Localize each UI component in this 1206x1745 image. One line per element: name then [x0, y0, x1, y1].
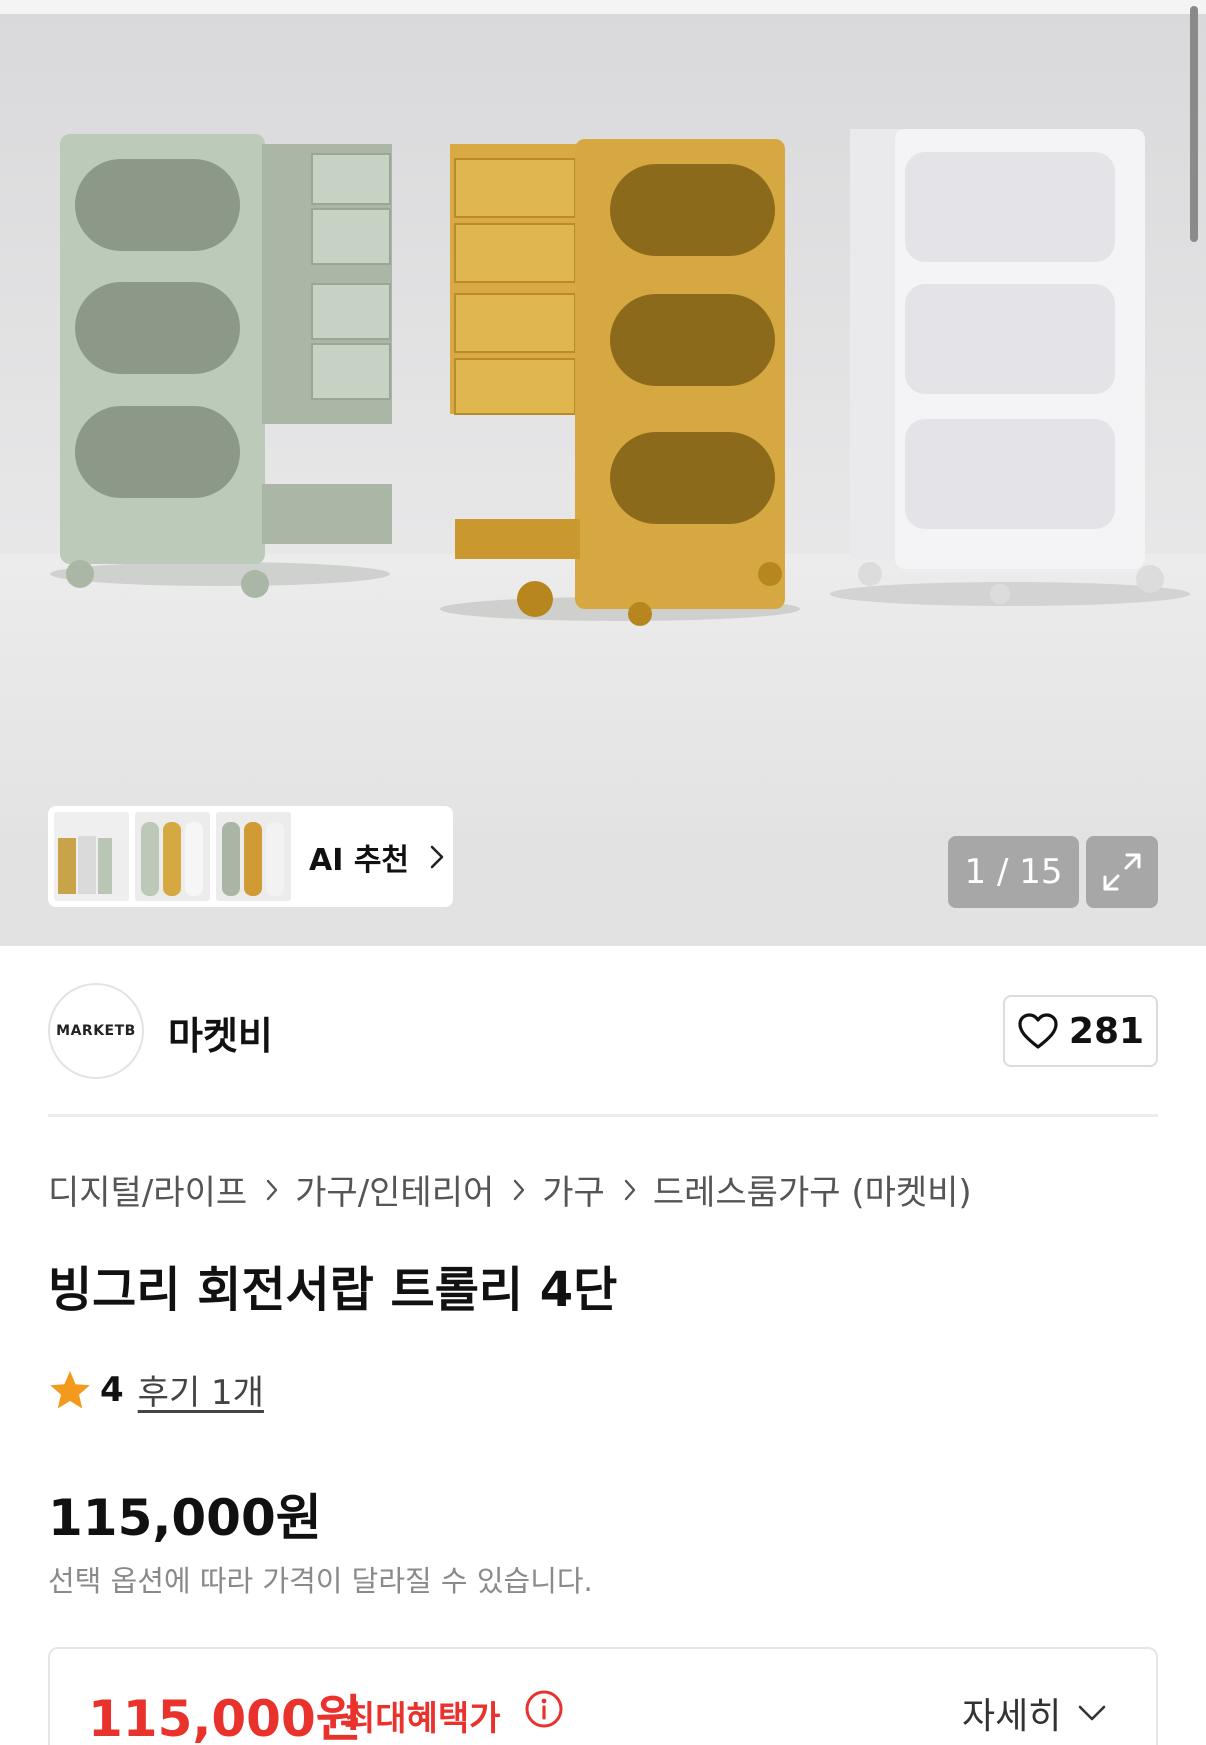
star-icon: [50, 1370, 90, 1408]
heart-icon: [1018, 1013, 1058, 1049]
sage-trolley: [50, 134, 392, 598]
like-button[interactable]: 281: [1003, 995, 1158, 1067]
ai-thumbnail-1: [54, 812, 129, 901]
image-counter: 1 / 15: [948, 836, 1079, 908]
rating-row: 4 후기 1개: [48, 1365, 264, 1414]
seller-logo[interactable]: MARKETB: [48, 983, 144, 1079]
price-note: 선택 옵션에 따라 가격이 달라질 수 있습니다.: [48, 1564, 593, 1598]
benefit-price: 115,000원: [88, 1690, 362, 1745]
gallery-top-strip: [0, 0, 1206, 14]
product-main-image[interactable]: [0, 14, 1206, 830]
expand-icon: [1103, 853, 1141, 891]
chevron-right-icon: [430, 845, 444, 868]
section-divider: [48, 1114, 1158, 1117]
ai-recommend-label: AI 추천: [309, 842, 410, 878]
chevron-down-icon: [1079, 1705, 1106, 1721]
max-benefit-box[interactable]: 115,000원 최대혜택가 자세히: [48, 1647, 1158, 1745]
white-trolley: [830, 129, 1190, 606]
like-count: 281: [1068, 1010, 1145, 1052]
breadcrumb-item-dressroom[interactable]: 드레스룸가구 (마켓비): [653, 1165, 972, 1214]
detail-toggle[interactable]: 자세히: [962, 1687, 1107, 1739]
seller-name[interactable]: 마켓비: [168, 1005, 273, 1060]
chevron-right-icon: [514, 1179, 525, 1200]
breadcrumb-item-furniture[interactable]: 가구: [542, 1165, 605, 1214]
review-link[interactable]: 후기 1개: [138, 1365, 264, 1414]
seller-logo-text: MARKETB: [56, 1023, 136, 1039]
page-scrollbar[interactable]: [1190, 6, 1198, 242]
expand-image-button[interactable]: [1086, 836, 1158, 908]
ai-thumbnail-3: [216, 812, 291, 901]
chevron-right-icon: [624, 1179, 636, 1200]
product-image-gallery[interactable]: AI 추천 1 / 15: [0, 0, 1206, 946]
rating-value: 4: [100, 1369, 124, 1410]
mustard-trolley: [440, 139, 800, 626]
ai-thumbnail-2: [135, 812, 210, 901]
ai-recommend-card[interactable]: AI 추천: [48, 806, 453, 907]
breadcrumb-item-digital-life[interactable]: 디지털/라이프: [48, 1165, 247, 1214]
info-icon[interactable]: [524, 1689, 564, 1729]
breadcrumb: 디지털/라이프 가구/인테리어 가구 드레스룸가구 (마켓비): [48, 1165, 972, 1214]
benefit-label: 최대혜택가: [344, 1699, 501, 1739]
product-title: 빙그리 회전서랍 트롤리 4단: [48, 1262, 618, 1318]
breadcrumb-item-furniture-interior[interactable]: 가구/인테리어: [295, 1165, 494, 1214]
detail-label: 자세히: [962, 1696, 1062, 1737]
product-price: 115,000원: [48, 1489, 322, 1547]
chevron-right-icon: [266, 1179, 278, 1200]
